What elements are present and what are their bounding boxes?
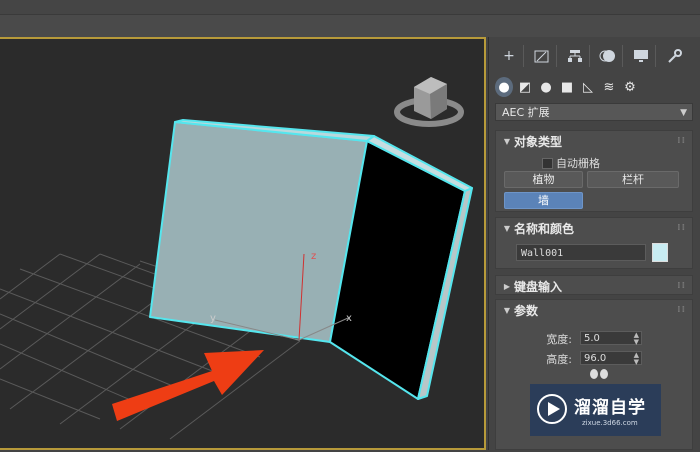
viewcube[interactable]	[394, 77, 464, 127]
watermark-play-icon	[537, 394, 567, 424]
grip-icon: ⁞⁞	[677, 223, 686, 233]
parameters-header[interactable]: ▼ 参数 ⁞⁞	[496, 300, 692, 320]
hierarchy-tab-icon[interactable]	[561, 45, 590, 67]
parameters-title: 参数	[514, 303, 539, 318]
spinner-arrows-icon[interactable]: ▲ ▼	[634, 332, 639, 346]
axis-y-label: y	[210, 313, 216, 324]
motion-tab-icon[interactable]	[594, 45, 623, 67]
subcategory-row: ● ◩ ● ■ ◺ ≋ ⚙	[495, 77, 639, 97]
spacewarps-icon[interactable]: ≋	[600, 77, 618, 97]
spinner-arrows-icon[interactable]: ▲ ▼	[634, 352, 639, 366]
axis-x-label: x	[346, 313, 352, 324]
toolbar-area	[0, 15, 700, 37]
shapes-icon[interactable]: ◩	[516, 77, 534, 97]
dropdown-value: AEC 扩展	[502, 106, 550, 119]
collapse-triangle-icon: ▼	[503, 223, 511, 233]
panel-tabs: +	[495, 45, 688, 69]
object-type-title: 对象类型	[514, 134, 563, 149]
utilities-tab-icon[interactable]	[660, 45, 688, 67]
watermark-subtitle: zixue.3d66.com	[582, 419, 638, 427]
expand-triangle-icon: ▶	[503, 281, 511, 291]
object-name-field[interactable]: Wall001	[516, 244, 646, 261]
object-type-header[interactable]: ▼ 对象类型 ⁞⁞	[496, 131, 692, 151]
title-bar	[0, 0, 700, 15]
perspective-viewport[interactable]: z y x	[0, 37, 486, 450]
height-value: 96.0	[584, 353, 607, 364]
grip-icon: ⁞⁞	[677, 305, 686, 315]
height-label: 高度:	[546, 353, 572, 366]
object-category-dropdown[interactable]: AEC 扩展 ▼	[495, 103, 693, 121]
axis-z-label: z	[311, 251, 316, 262]
justification-icon	[590, 369, 608, 379]
collapse-triangle-icon: ▼	[503, 136, 511, 146]
keyboard-input-rollout: ▶ 键盘输入 ⁞⁞	[495, 275, 693, 295]
keyboard-input-title: 键盘输入	[514, 279, 563, 294]
object-type-rollout: ▼ 对象类型 ⁞⁞ 自动栅格 植物 栏杆 墙	[495, 130, 693, 212]
foliage-button[interactable]: 植物	[504, 171, 583, 188]
lights-icon[interactable]: ●	[537, 77, 555, 97]
cameras-icon[interactable]: ■	[558, 77, 576, 97]
name-color-rollout: ▼ 名称和颜色 ⁞⁞ Wall001	[495, 217, 693, 269]
name-color-header[interactable]: ▼ 名称和颜色 ⁞⁞	[496, 218, 692, 238]
geometry-icon[interactable]: ●	[495, 77, 513, 97]
modify-tab-icon[interactable]	[528, 45, 557, 67]
name-color-title: 名称和颜色	[514, 221, 575, 236]
systems-icon[interactable]: ⚙	[621, 77, 639, 97]
chevron-down-icon: ▼	[680, 108, 687, 118]
collapse-triangle-icon: ▼	[503, 305, 511, 315]
width-spinner[interactable]: 5.0 ▲ ▼	[580, 331, 642, 346]
create-tab-icon[interactable]: +	[495, 45, 524, 67]
grip-icon: ⁞⁞	[677, 136, 686, 146]
grip-icon: ⁞⁞	[677, 281, 686, 291]
width-value: 5.0	[584, 333, 600, 344]
keyboard-input-header[interactable]: ▶ 键盘输入 ⁞⁞	[496, 276, 692, 296]
autogrid-label: 自动栅格	[556, 157, 600, 170]
autogrid-checkbox-row[interactable]: 自动栅格	[542, 155, 600, 171]
wall-button[interactable]: 墙	[504, 192, 583, 209]
autogrid-checkbox[interactable]	[542, 157, 553, 169]
railing-button[interactable]: 栏杆	[587, 171, 679, 188]
width-label: 宽度:	[546, 333, 572, 346]
wall-left-front-face	[149, 121, 368, 343]
display-tab-icon[interactable]	[627, 45, 656, 67]
viewport-canvas[interactable]: z y x	[0, 39, 486, 452]
helpers-icon[interactable]: ◺	[579, 77, 597, 97]
watermark-logo: 溜溜自学 zixue.3d66.com	[530, 384, 661, 436]
watermark-title: 溜溜自学	[574, 398, 646, 418]
height-spinner[interactable]: 96.0 ▲ ▼	[580, 351, 642, 366]
object-color-swatch[interactable]	[652, 243, 668, 262]
